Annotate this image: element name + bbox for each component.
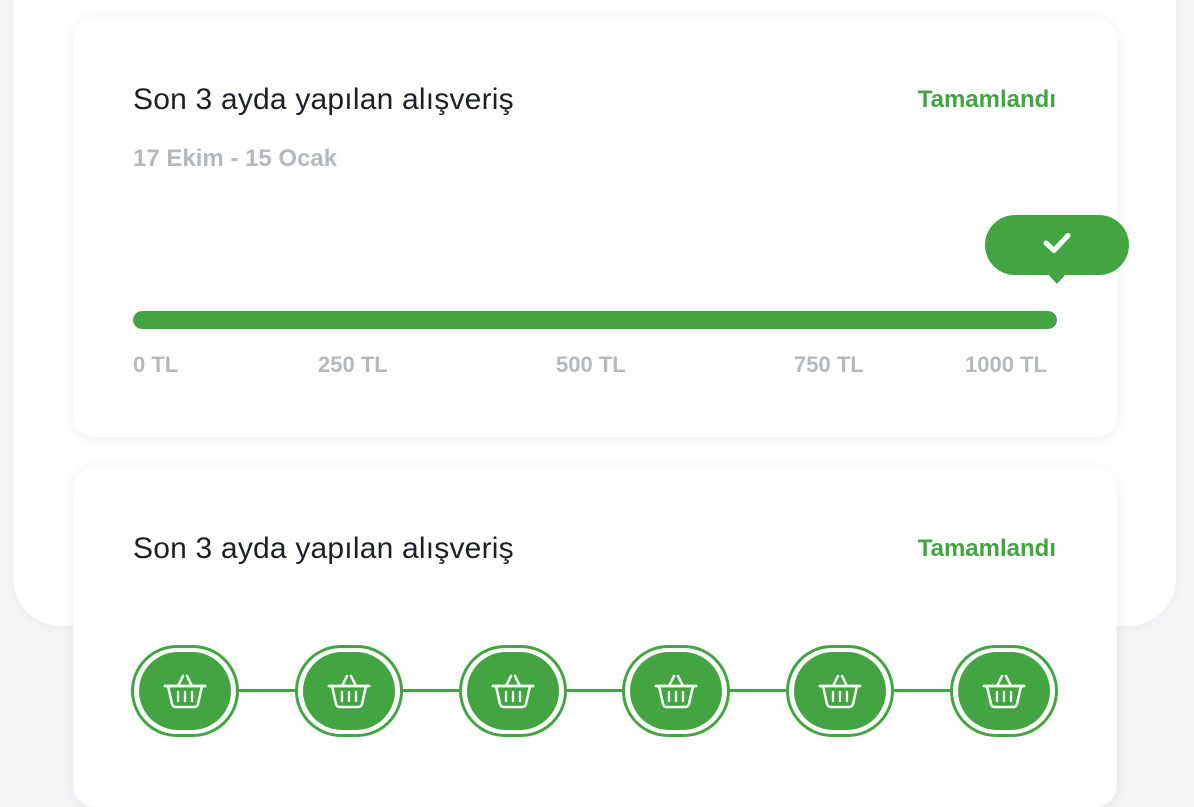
basket-step — [131, 645, 239, 737]
basket-icon — [490, 671, 536, 711]
basket-icon — [653, 671, 699, 711]
basket-step-fill — [958, 652, 1050, 730]
status-label: Tamamlandı — [917, 86, 1056, 113]
card-title: Son 3 ayda yapılan alışveriş — [133, 83, 514, 116]
basket-step — [459, 645, 567, 737]
completed-bubble — [985, 215, 1129, 275]
basket-step — [622, 645, 730, 737]
tick-label: 500 TL — [556, 352, 626, 377]
basket-step-fill — [630, 652, 722, 730]
basket-step — [295, 645, 403, 737]
date-range: 17 Ekim - 15 Ocak — [133, 145, 338, 172]
basket-step-fill — [467, 652, 559, 730]
check-icon — [1043, 232, 1071, 259]
basket-icon — [981, 671, 1027, 711]
tick-label: 0 TL — [133, 352, 179, 377]
tick-label: 750 TL — [794, 352, 864, 377]
tick-label: 250 TL — [318, 352, 388, 377]
shopping-steps-card: Son 3 ayda yapılan alışveriş Tamamlandı — [73, 467, 1117, 807]
basket-step-fill — [303, 652, 395, 730]
progress-fill — [133, 311, 1057, 329]
tick-label: 1000 TL — [965, 352, 1047, 377]
bubble-pointer — [1047, 273, 1067, 284]
status-label: Tamamlandı — [917, 535, 1056, 562]
basket-step-fill — [794, 652, 886, 730]
progress-bar — [133, 311, 1057, 329]
card-title: Son 3 ayda yapılan alışveriş — [133, 532, 514, 565]
basket-step — [950, 645, 1058, 737]
basket-icon — [162, 671, 208, 711]
basket-step-fill — [139, 652, 231, 730]
basket-icon — [326, 671, 372, 711]
basket-icon — [817, 671, 863, 711]
spending-progress-card: Son 3 ayda yapılan alışveriş Tamamlandı … — [73, 17, 1129, 437]
basket-step — [786, 645, 894, 737]
